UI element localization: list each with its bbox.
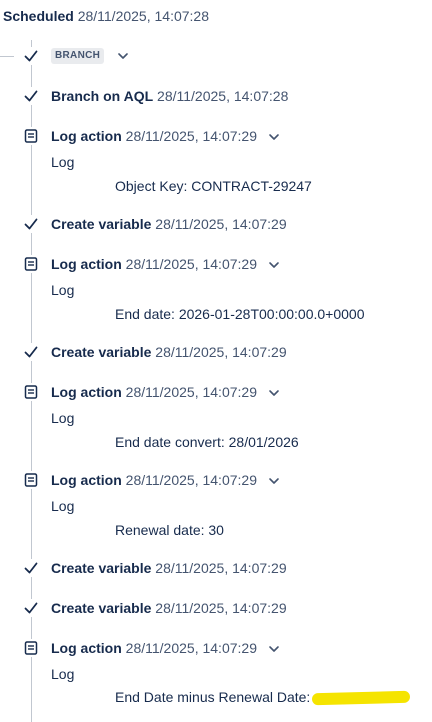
step-timestamp: 28/11/2025, 14:07:29 (155, 344, 287, 360)
step-title: Log action (51, 472, 122, 488)
log-label: Log (51, 498, 75, 514)
step-log-action: Log action 28/11/2025, 14:07:29 (51, 255, 281, 273)
chevron-down-icon[interactable] (267, 642, 281, 656)
check-icon (22, 343, 40, 361)
log-label: Log (51, 666, 75, 682)
log-label: Log (51, 410, 75, 426)
header-timestamp: 28/11/2025, 14:07:28 (77, 8, 209, 24)
log-icon (22, 471, 40, 489)
step-title: Log action (51, 128, 122, 144)
log-icon (22, 127, 40, 145)
step-title: Create variable (51, 344, 152, 360)
status-label: Scheduled (3, 8, 74, 24)
log-message: Object Key: CONTRACT-29247 (115, 178, 312, 194)
chevron-down-icon[interactable] (267, 474, 281, 488)
branch-badge: BRANCH (51, 48, 105, 64)
log-message: Renewal date: 30 (115, 522, 224, 538)
step-timestamp: 28/11/2025, 14:07:29 (125, 128, 257, 144)
log-icon (22, 383, 40, 401)
log-message: End date: 2026-01-28T00:00:00.0+0000 (115, 306, 365, 322)
log-label: Log (51, 154, 75, 170)
chevron-down-icon[interactable] (267, 258, 281, 272)
step-timestamp: 28/11/2025, 14:07:29 (125, 256, 257, 272)
check-icon (22, 215, 40, 233)
step-log-action: Log action 28/11/2025, 14:07:29 (51, 471, 281, 489)
step-title: Log action (51, 640, 122, 656)
step-create-variable: Create variable 28/11/2025, 14:07:29 (51, 343, 287, 361)
step-log-action: Log action 28/11/2025, 14:07:29 (51, 639, 281, 657)
step-title: Log action (51, 256, 122, 272)
chevron-down-icon[interactable] (267, 130, 281, 144)
step-timestamp: 28/11/2025, 14:07:29 (125, 384, 257, 400)
log-icon (22, 639, 40, 657)
step-title: Create variable (51, 216, 152, 232)
log-message: End date convert: 28/01/2026 (115, 434, 299, 450)
step-timestamp: 28/11/2025, 14:07:28 (157, 88, 289, 104)
log-label: Log (51, 282, 75, 298)
check-icon (22, 87, 40, 105)
chevron-down-icon[interactable] (267, 386, 281, 400)
check-icon (22, 47, 40, 65)
redaction-highlight (312, 691, 411, 706)
check-icon (22, 559, 40, 577)
step-title: Log action (51, 384, 122, 400)
log-message: End Date minus Renewal Date: (115, 689, 311, 705)
step-log-action: Log action 28/11/2025, 14:07:29 (51, 383, 281, 401)
step-timestamp: 28/11/2025, 14:07:29 (125, 640, 257, 656)
audit-log-header: Scheduled 28/11/2025, 14:07:28 (3, 8, 209, 24)
step-timestamp: 28/11/2025, 14:07:29 (155, 216, 287, 232)
step-timestamp: 28/11/2025, 14:07:29 (155, 600, 287, 616)
check-icon (22, 599, 40, 617)
step-timestamp: 28/11/2025, 14:07:29 (155, 560, 287, 576)
branch-connector (0, 56, 14, 57)
step-title: Branch on AQL (51, 88, 154, 104)
step-timestamp: 28/11/2025, 14:07:29 (125, 472, 257, 488)
step-branch-on-aql: Branch on AQL 28/11/2025, 14:07:28 (51, 87, 288, 105)
step-create-variable: Create variable 28/11/2025, 14:07:29 (51, 559, 287, 577)
log-message-row: End Date minus Renewal Date: (115, 688, 411, 706)
step-title: Create variable (51, 560, 152, 576)
chevron-down-icon[interactable] (116, 49, 130, 63)
step-create-variable: Create variable 28/11/2025, 14:07:29 (51, 599, 287, 617)
step-title: Create variable (51, 600, 152, 616)
step-create-variable: Create variable 28/11/2025, 14:07:29 (51, 215, 287, 233)
step-log-action: Log action 28/11/2025, 14:07:29 (51, 127, 281, 145)
log-icon (22, 255, 40, 273)
